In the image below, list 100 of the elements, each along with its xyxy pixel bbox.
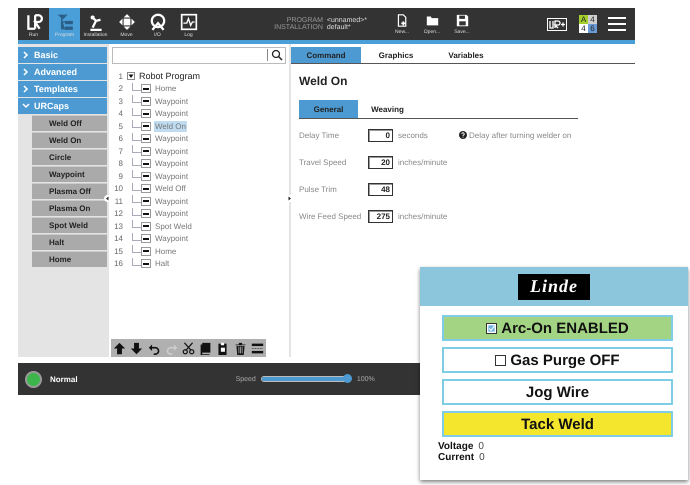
gauge-icon [148, 12, 166, 30]
help-icon [459, 131, 467, 139]
line-number: 12 [113, 209, 123, 218]
tree-node[interactable]: Waypoint [154, 146, 190, 157]
tree-node[interactable]: Home [154, 246, 178, 257]
action-button[interactable]: Jog Wire [442, 379, 673, 405]
line-number: 4 [118, 109, 123, 118]
tree-node[interactable]: Waypoint [154, 233, 190, 244]
menu-icon[interactable] [607, 16, 627, 32]
line-number: 1 [118, 72, 123, 81]
checkbox[interactable] [495, 354, 506, 366]
expand-toggle[interactable] [127, 72, 135, 80]
move-up-icon[interactable] [113, 342, 126, 354]
tree-node[interactable]: Halt [154, 258, 170, 270]
node-button[interactable]: Spot Weld [32, 217, 107, 233]
search-field[interactable] [112, 47, 286, 64]
field-label: Travel Speed [299, 158, 348, 166]
line-number: 5 [118, 122, 123, 131]
node-icon [141, 122, 151, 131]
paste-icon[interactable] [216, 342, 230, 354]
line-number: 8 [118, 159, 123, 168]
panel-tab[interactable]: Graphics [361, 47, 431, 63]
line-number: 13 [113, 222, 123, 231]
panel-tab[interactable]: Command [291, 47, 361, 63]
save-icon [456, 14, 468, 26]
node-icon [141, 134, 151, 144]
node-button[interactable]: Weld Off [32, 115, 107, 131]
tree-node[interactable]: Waypoint [154, 158, 190, 170]
status-light [25, 370, 42, 388]
node-button[interactable]: Waypoint [32, 166, 107, 182]
tree-node[interactable]: Robot Program [138, 70, 202, 82]
action-button[interactable]: Tack Weld [442, 411, 673, 437]
node-icon [141, 222, 151, 231]
node-icon [141, 96, 151, 106]
collapse-handle[interactable] [104, 194, 111, 203]
new-file-icon [396, 14, 408, 26]
move-arrows-icon [118, 12, 136, 30]
node-icon [141, 146, 151, 156]
tree-node[interactable]: Home [154, 83, 178, 94]
node-button[interactable]: Plasma Off [32, 183, 107, 199]
unit-label: inches/minute [398, 212, 448, 220]
node-icon [141, 159, 151, 168]
tree-node[interactable]: Waypoint [154, 170, 190, 182]
folder-icon [426, 14, 438, 26]
node-title: Weld On [299, 74, 348, 88]
node-button[interactable]: Plasma On [32, 200, 107, 216]
field-label: Pulse Trim [299, 184, 338, 194]
status-grid[interactable]: A 4 4 6 [579, 15, 597, 33]
line-number: 10 [113, 184, 123, 194]
field-label: Delay Time [299, 130, 340, 140]
tree-node[interactable]: Waypoint [154, 108, 190, 120]
delete-icon[interactable] [234, 342, 247, 354]
node-button[interactable]: Halt [32, 234, 107, 250]
panel-tab[interactable]: Variables [431, 47, 501, 63]
line-number: 2 [118, 84, 123, 94]
logo-icon [24, 12, 42, 30]
tree-node[interactable]: Waypoint [154, 96, 190, 107]
copy-icon[interactable] [199, 342, 212, 354]
reading-value: 0 [479, 452, 485, 463]
node-icon [141, 259, 151, 268]
tree-node[interactable]: Waypoint [154, 208, 190, 220]
toggle-button[interactable]: Gas Purge OFF [442, 347, 673, 373]
input-field[interactable]: 48 [368, 182, 393, 196]
tree-node[interactable]: Waypoint [154, 196, 190, 207]
node-icon [141, 184, 151, 194]
input-field[interactable]: 275 [368, 210, 393, 222]
chevron-icon [22, 51, 30, 59]
move-down-icon[interactable] [130, 342, 144, 354]
line-number: 14 [113, 234, 123, 244]
tree-node[interactable]: Weld Off [154, 183, 187, 194]
tree-node[interactable]: Spot Weld [154, 220, 193, 232]
reading-label: Voltage [438, 441, 474, 452]
input-field[interactable]: 0 [368, 128, 393, 142]
sub-tab[interactable]: Weaving [358, 100, 417, 118]
urcaps-icon[interactable] [547, 18, 567, 30]
node-icon [141, 209, 151, 218]
node-button[interactable]: Circle [32, 149, 107, 165]
node-button[interactable]: Weld On [32, 132, 107, 148]
node-button[interactable]: Home [32, 251, 107, 267]
line-number: 11 [114, 196, 123, 206]
robot-state: Normal [50, 374, 78, 384]
field-label: Wire Feed Speed [299, 212, 362, 220]
cut-icon[interactable] [182, 342, 195, 354]
sub-tab[interactable]: General [299, 100, 358, 118]
node-icon [141, 196, 151, 206]
chevron-icon [22, 85, 30, 93]
node-icon [141, 246, 151, 256]
hint-text: Delay after turning welder on [469, 130, 572, 140]
node-icon [141, 84, 151, 94]
tree-node[interactable]: Waypoint [154, 133, 190, 144]
collapse-handle[interactable] [286, 194, 293, 203]
checkbox[interactable] [486, 322, 498, 334]
toggle-button[interactable]: Arc-On ENABLED [442, 315, 673, 341]
chart-icon [180, 12, 198, 30]
suppress-icon[interactable] [250, 342, 264, 354]
program-tree-icon [56, 12, 74, 30]
search-icon [267, 49, 283, 61]
brand-logo: Linde [518, 274, 590, 300]
node-icon [141, 234, 151, 244]
input-field[interactable]: 20 [368, 156, 393, 168]
